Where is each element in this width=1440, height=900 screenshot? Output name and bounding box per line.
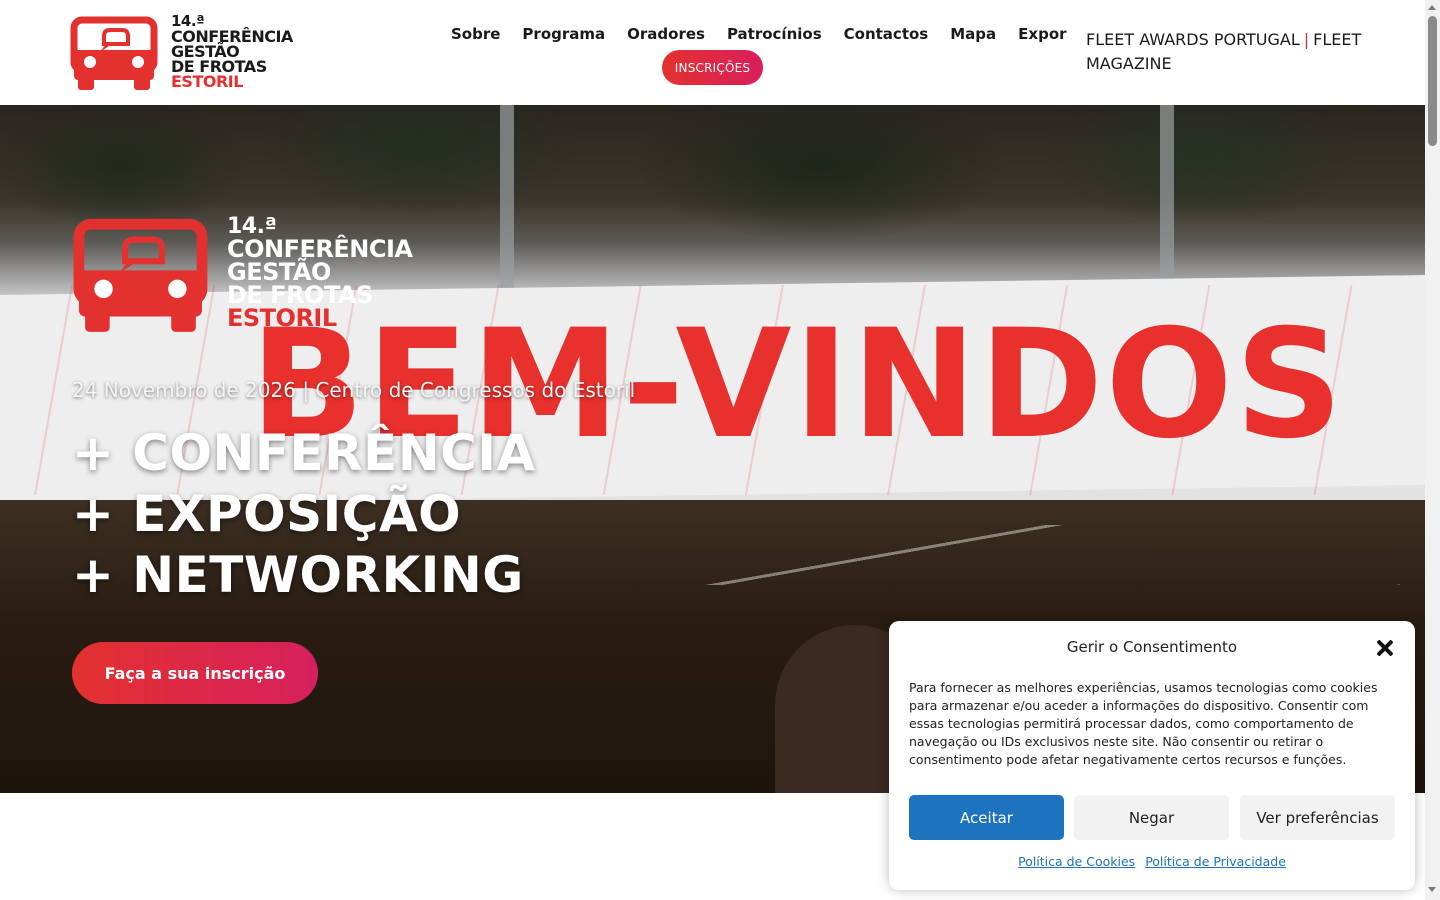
nav-item-patrocinios[interactable]: Patrocínios <box>716 24 833 44</box>
view-preferences-button[interactable]: Ver preferências <box>1240 795 1395 840</box>
consent-policy-links: Política de Cookies Política de Privacid… <box>889 854 1415 869</box>
event-date-location: 24 Novembro de 2026 | Centro de Congress… <box>72 378 636 402</box>
cookie-policy-link[interactable]: Política de Cookies <box>1018 854 1135 869</box>
deny-button[interactable]: Negar <box>1074 795 1229 840</box>
car-logo-icon <box>73 218 208 332</box>
car-logo-icon <box>70 16 158 90</box>
hero-background-lights <box>700 525 1400 585</box>
fleet-awards-link[interactable]: FLEET AWARDS PORTUGAL <box>1086 30 1300 49</box>
hero-background-pillar <box>1160 105 1174 290</box>
hero-logo-wordmark: 14.ª CONFERÊNCIA GESTÃO DE FROTAS ESTORI… <box>227 215 413 332</box>
main-nav: Sobre Programa Oradores Patrocínios Cont… <box>440 24 1078 44</box>
nav-item-sobre[interactable]: Sobre <box>440 24 511 44</box>
privacy-policy-link[interactable]: Política de Privacidade <box>1145 854 1286 869</box>
scroll-down-arrow-icon[interactable] <box>1428 887 1436 892</box>
consent-title: Gerir o Consentimento <box>1066 638 1238 656</box>
page-scrollbar[interactable] <box>1425 0 1440 900</box>
brand-separator: | <box>1303 30 1310 49</box>
consent-description: Para fornecer as melhores experiências, … <box>909 680 1378 767</box>
scroll-up-arrow-icon[interactable] <box>1428 5 1436 10</box>
slogan-conferencia: + CONFERÊNCIA <box>72 424 536 482</box>
cookie-consent-dialog: Gerir o Consentimento Para fornecer as m… <box>889 621 1415 890</box>
logo-line-estoril: ESTORIL <box>171 72 243 91</box>
logo-wordmark: 14.ª CONFERÊNCIA GESTÃO DE FROTAS ESTORI… <box>171 14 293 91</box>
nav-item-oradores[interactable]: Oradores <box>616 24 716 44</box>
inscricoes-button[interactable]: INSCRIÇÕES <box>662 50 763 85</box>
slogan-networking: + NETWORKING <box>72 546 524 604</box>
nav-item-contactos[interactable]: Contactos <box>833 24 940 44</box>
scrollbar-thumb[interactable] <box>1428 16 1437 146</box>
close-icon[interactable] <box>1374 637 1396 659</box>
nav-item-mapa[interactable]: Mapa <box>939 24 1007 44</box>
register-button[interactable]: Faça a sua inscrição <box>72 642 318 704</box>
hero-slogans: + CONFERÊNCIA + EXPOSIÇÃO + NETWORKING <box>72 423 536 606</box>
site-header: 14.ª CONFERÊNCIA GESTÃO DE FROTAS ESTORI… <box>0 0 1425 105</box>
site-logo[interactable]: 14.ª CONFERÊNCIA GESTÃO DE FROTAS ESTORI… <box>70 12 310 94</box>
brand-links: FLEET AWARDS PORTUGAL | FLEET MAGAZINE <box>1086 28 1386 76</box>
hero-logo: 14.ª CONFERÊNCIA GESTÃO DE FROTAS ESTORI… <box>72 215 452 335</box>
hero-logo-line-estoril: ESTORIL <box>227 304 337 332</box>
nav-item-expor[interactable]: Expor <box>1007 24 1077 44</box>
slogan-exposicao: + EXPOSIÇÃO <box>72 485 462 543</box>
hero-background-pillar <box>500 105 514 290</box>
accept-button[interactable]: Aceitar <box>909 795 1064 840</box>
nav-item-programa[interactable]: Programa <box>511 24 616 44</box>
